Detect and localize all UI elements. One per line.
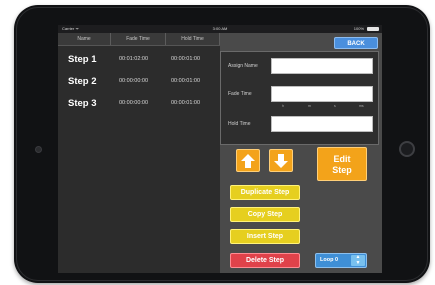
table-header: Name Fade Time Hold Time (58, 33, 220, 46)
stepper-down-icon[interactable]: ▼ (351, 261, 365, 266)
step-hold-time: 00:00:01:00 (171, 100, 201, 106)
step-fade-time: 00:00:00:00 (119, 100, 149, 106)
step-fade-time: 00:00:00:00 (119, 78, 149, 84)
battery-icon (367, 27, 379, 31)
step-list-panel: Name Fade Time Hold Time Step 1 00:01:02… (58, 33, 220, 273)
fade-time-field[interactable] (271, 86, 373, 102)
delete-step-button[interactable]: Delete Step (230, 253, 300, 268)
edit-step-label-line2: Step (332, 165, 352, 175)
step-hold-time: 00:00:01:00 (171, 56, 201, 62)
loop-count-label: Loop 0 (320, 257, 339, 263)
unit-hours: h (282, 104, 284, 108)
hold-time-field[interactable] (271, 116, 373, 132)
table-row[interactable]: Step 2 00:00:00:00 00:00:01:00 (58, 74, 220, 92)
step-name: Step 1 (68, 54, 97, 65)
move-up-button[interactable] (236, 149, 260, 172)
insert-step-button[interactable]: Insert Step (230, 229, 300, 244)
down-arrow-icon (274, 154, 288, 168)
table-row[interactable]: Step 1 00:01:02:00 00:00:01:00 (58, 52, 220, 70)
column-header-name: Name (58, 33, 111, 45)
home-button[interactable] (399, 141, 415, 157)
step-settings-panel: Assign Name h m s ms Fade Time Hold Time (220, 51, 379, 145)
copy-step-button[interactable]: Copy Step (230, 207, 300, 222)
unit-milliseconds: ms (359, 104, 364, 108)
battery-label: 100% (353, 26, 364, 31)
hold-time-label: Hold Time (228, 121, 251, 127)
step-name: Step 2 (68, 76, 97, 87)
move-down-button[interactable] (269, 149, 293, 172)
clock-label: 3:00 AM (212, 26, 228, 31)
up-arrow-icon (241, 154, 255, 168)
assign-name-label: Assign Name (228, 63, 258, 69)
column-header-fade-time: Fade Time (111, 33, 166, 45)
status-bar: Carrier ᯤ 3:00 AM 100% (58, 25, 382, 33)
table-row[interactable]: Step 3 00:00:00:00 00:00:01:00 (58, 96, 220, 114)
unit-seconds: s (334, 104, 336, 108)
column-header-hold-time: Hold Time (166, 33, 220, 45)
camera-icon (35, 146, 42, 153)
fade-time-label: Fade Time (228, 91, 252, 97)
assign-name-field[interactable] (271, 58, 373, 74)
step-fade-time: 00:01:02:00 (119, 56, 149, 62)
back-button[interactable]: BACK (334, 37, 378, 49)
edit-step-label-line1: Edit (333, 154, 351, 164)
step-hold-time: 00:00:01:00 (171, 78, 201, 84)
stepper-icon[interactable]: ▲ ▼ (351, 255, 365, 266)
duplicate-step-button[interactable]: Duplicate Step (230, 185, 300, 200)
app-screen: Carrier ᯤ 3:00 AM 100% Name Fade Time Ho… (58, 25, 382, 273)
step-name: Step 3 (68, 98, 97, 109)
loop-control: Loop 0 ▲ ▼ (315, 253, 367, 268)
unit-minutes: m (308, 104, 311, 108)
edit-step-button[interactable]: Edit Step (317, 147, 367, 181)
